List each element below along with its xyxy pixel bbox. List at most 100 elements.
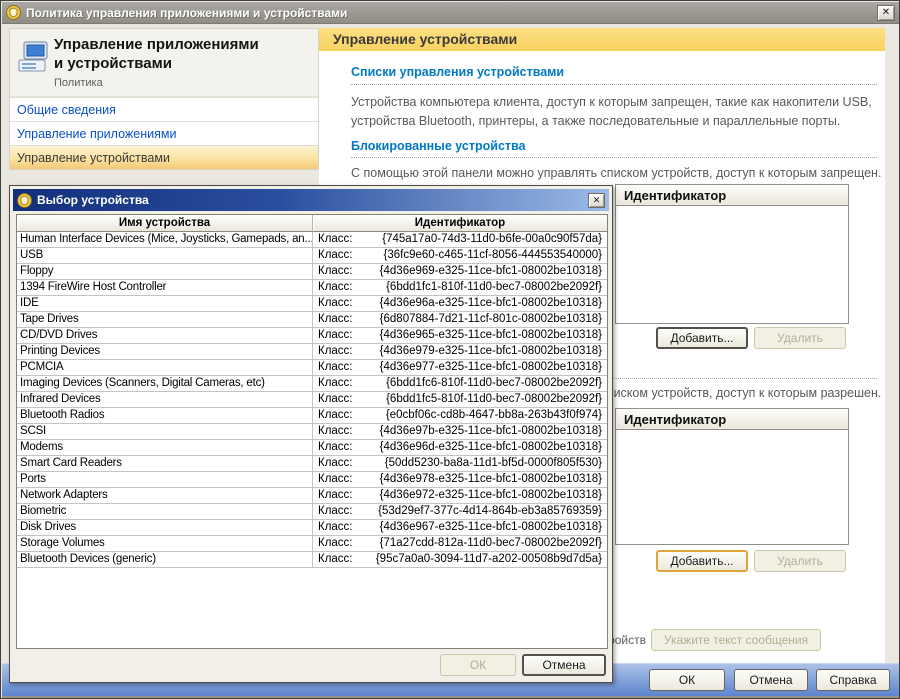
dialog-title: Выбор устройства	[37, 193, 149, 207]
allowed-list-column-header[interactable]: Идентификатор	[616, 409, 848, 430]
device-id-cell: Класс: {6bdd1fc1-810f-11d0-bec7-08002be20…	[318, 281, 602, 293]
device-id-cell: Класс: {6d807884-7d21-11cf-801c-08002be10…	[318, 313, 602, 325]
table-row[interactable]: Smart Card Readers Класс: {50dd5230-ba8a-1…	[17, 456, 607, 472]
device-table: Имя устройства Идентификатор Human Inter…	[16, 214, 608, 649]
ok-button[interactable]: ОК	[649, 669, 725, 691]
device-id-cell: Класс: {4d36e977-e325-11ce-bfc1-08002be10…	[318, 361, 602, 373]
section-heading-lists: Списки управления устройствами	[351, 65, 565, 79]
column-header-name[interactable]: Имя устройства	[17, 215, 313, 232]
device-id-cell: Класс: {71a27cdd-812a-11d0-bec7-08002be20…	[318, 537, 602, 549]
blocked-remove-button[interactable]: Удалить	[754, 327, 846, 349]
device-id-cell: Класс: {36fc9e60-c465-11cf-8056-444553540…	[318, 249, 602, 261]
device-name-cell: Disk Drives	[17, 520, 313, 535]
device-id-cell: Класс: {4d36e96d-e325-11ce-bfc1-08002be10…	[318, 441, 602, 453]
table-row[interactable]: USB Класс: {36fc9e60-c465-11cf-8056-444553…	[17, 248, 607, 264]
sidebar-subtitle: Политика	[54, 77, 103, 89]
device-id-cell: Класс: {e0cbf06c-cd8b-4647-bb8a-263b43f0f…	[318, 409, 602, 421]
table-row[interactable]: Bluetooth Devices (generic) Класс: {95c7a0…	[17, 552, 607, 568]
device-table-header: Имя устройства Идентификатор	[17, 215, 607, 232]
table-row[interactable]: Modems Класс: {4d36e96d-e325-11ce-bfc1-080…	[17, 440, 607, 456]
blocked-list-body[interactable]	[616, 206, 848, 323]
device-name-cell: CD/DVD Drives	[17, 328, 313, 343]
device-name-cell: PCMCIA	[17, 360, 313, 375]
device-id-cell: Класс: {53d29ef7-377c-4d14-864b-eb3a85769…	[318, 505, 602, 517]
table-row[interactable]: Storage Volumes Класс: {71a27cdd-812a-11d0…	[17, 536, 607, 552]
table-row[interactable]: Human Interface Devices (Mice, Joysticks…	[17, 232, 607, 248]
device-id-cell: Класс: {4d36e979-e325-11ce-bfc1-08002be10…	[318, 345, 602, 357]
dialog-close-button[interactable]: ✕	[588, 192, 605, 208]
device-id-cell: Класс: {4d36e978-e325-11ce-bfc1-08002be10…	[318, 473, 602, 485]
sidebar-item[interactable]: Управление устройствами	[10, 145, 318, 169]
allowed-devices-list[interactable]: Идентификатор	[615, 408, 849, 545]
section-heading-blocked: Блокированные устройства	[351, 139, 526, 153]
dialog-titlebar[interactable]: Выбор устройства ✕	[13, 189, 609, 211]
device-id-cell: Класс: {6bdd1fc5-810f-11d0-bec7-08002be20…	[318, 393, 602, 405]
blocked-list-column-header[interactable]: Идентификатор	[616, 185, 848, 206]
page-title: Управление устройствами	[319, 28, 885, 51]
device-name-cell: Tape Drives	[17, 312, 313, 327]
device-name-cell: SCSI	[17, 424, 313, 439]
table-row[interactable]: 1394 FireWire Host Controller Класс: {6bdd…	[17, 280, 607, 296]
sidebar-item[interactable]: Общие сведения	[10, 97, 318, 121]
sidebar-header: Управление приложениями и устройствами П…	[10, 29, 318, 97]
device-name-cell: Storage Volumes	[17, 536, 313, 551]
table-row[interactable]: SCSI Класс: {4d36e97b-e325-11ce-bfc1-08002…	[17, 424, 607, 440]
device-name-cell: IDE	[17, 296, 313, 311]
allowed-remove-button[interactable]: Удалить	[754, 550, 846, 572]
app-shield-icon	[6, 5, 21, 20]
sidebar-title: Управление приложениями и устройствами	[54, 36, 259, 72]
device-id-cell: Класс: {4d36e972-e325-11ce-bfc1-08002be10…	[318, 489, 602, 501]
device-name-cell: USB	[17, 248, 313, 263]
table-row[interactable]: Infrared Devices Класс: {6bdd1fc5-810f-11d…	[17, 392, 607, 408]
allowed-list-body[interactable]	[616, 430, 848, 544]
table-row[interactable]: Biometric Класс: {53d29ef7-377c-4d14-864b-…	[17, 504, 607, 520]
table-row[interactable]: Floppy Класс: {4d36e969-e325-11ce-bfc1-080…	[17, 264, 607, 280]
device-name-cell: Bluetooth Radios	[17, 408, 313, 423]
device-name-cell: Imaging Devices (Scanners, Digital Camer…	[17, 376, 313, 391]
cancel-button[interactable]: Отмена	[734, 669, 808, 691]
section-text-blocked: С помощью этой панели можно управлять сп…	[351, 166, 882, 180]
device-name-cell: Infrared Devices	[17, 392, 313, 407]
main-close-button[interactable]: ✕	[877, 4, 895, 21]
main-window-title: Политика управления приложениями и устро…	[26, 5, 348, 20]
table-row[interactable]: Network Adapters Класс: {4d36e972-e325-11c…	[17, 488, 607, 504]
table-row[interactable]: Ports Класс: {4d36e978-e325-11ce-bfc1-0800…	[17, 472, 607, 488]
table-row[interactable]: Imaging Devices (Scanners, Digital Camer…	[17, 376, 607, 392]
device-id-cell: Класс: {50dd5230-ba8a-11d1-bf5d-0000f805f…	[318, 457, 602, 469]
device-id-cell: Класс: {4d36e97b-e325-11ce-bfc1-08002be10…	[318, 425, 602, 437]
computer-icon	[18, 41, 48, 72]
device-name-cell: Floppy	[17, 264, 313, 279]
table-row[interactable]: Printing Devices Класс: {4d36e979-e325-11c…	[17, 344, 607, 360]
help-button[interactable]: Справка	[816, 669, 890, 691]
dialog-ok-button[interactable]: ОК	[440, 654, 516, 676]
dotted-divider	[351, 157, 877, 158]
main-window-titlebar[interactable]: Политика управления приложениями и устро…	[2, 2, 899, 24]
device-id-cell: Класс: {4d36e96a-e325-11ce-bfc1-08002be10…	[318, 297, 602, 309]
device-selection-dialog: Выбор устройства ✕ Имя устройства Иденти…	[9, 185, 613, 683]
table-row[interactable]: Bluetooth Radios Класс: {e0cbf06c-cd8b-464…	[17, 408, 607, 424]
table-row[interactable]: IDE Класс: {4d36e96a-e325-11ce-bfc1-08002b…	[17, 296, 607, 312]
device-name-cell: 1394 FireWire Host Controller	[17, 280, 313, 295]
dialog-cancel-button[interactable]: Отмена	[522, 654, 606, 676]
device-name-cell: Printing Devices	[17, 344, 313, 359]
allowed-add-button[interactable]: Добавить...	[656, 550, 748, 572]
blocked-devices-list[interactable]: Идентификатор	[615, 184, 849, 324]
sidebar-nav: Общие сведения Управление приложениями Упр…	[10, 97, 318, 169]
dialog-shield-icon	[17, 192, 32, 208]
table-row[interactable]: PCMCIA Класс: {4d36e977-e325-11ce-bfc1-080…	[17, 360, 607, 376]
device-id-cell: Класс: {4d36e965-e325-11ce-bfc1-08002be10…	[318, 329, 602, 341]
section-text-lists: Устройства компьютера клиента, доступ к …	[351, 95, 872, 128]
device-name-cell: Modems	[17, 440, 313, 455]
table-row[interactable]: Disk Drives Класс: {4d36e967-e325-11ce-bfc…	[17, 520, 607, 536]
table-row[interactable]: CD/DVD Drives Класс: {4d36e965-e325-11ce-b…	[17, 328, 607, 344]
policy-window: Политика управления приложениями и устро…	[0, 0, 900, 699]
sidebar-item[interactable]: Управление приложениями	[10, 121, 318, 145]
device-table-body: Human Interface Devices (Mice, Joysticks…	[17, 232, 607, 568]
table-row[interactable]: Tape Drives Класс: {6d807884-7d21-11cf-801…	[17, 312, 607, 328]
message-text-button[interactable]: Укажите текст сообщения	[651, 629, 821, 651]
close-icon: ✕	[592, 194, 601, 205]
blocked-add-button[interactable]: Добавить...	[656, 327, 748, 349]
device-id-cell: Класс: {4d36e969-e325-11ce-bfc1-08002be10…	[318, 265, 602, 277]
device-id-cell: Класс: {745a17a0-74d3-11d0-b6fe-00a0c90f5…	[318, 233, 602, 245]
column-header-id[interactable]: Идентификатор	[313, 215, 607, 232]
